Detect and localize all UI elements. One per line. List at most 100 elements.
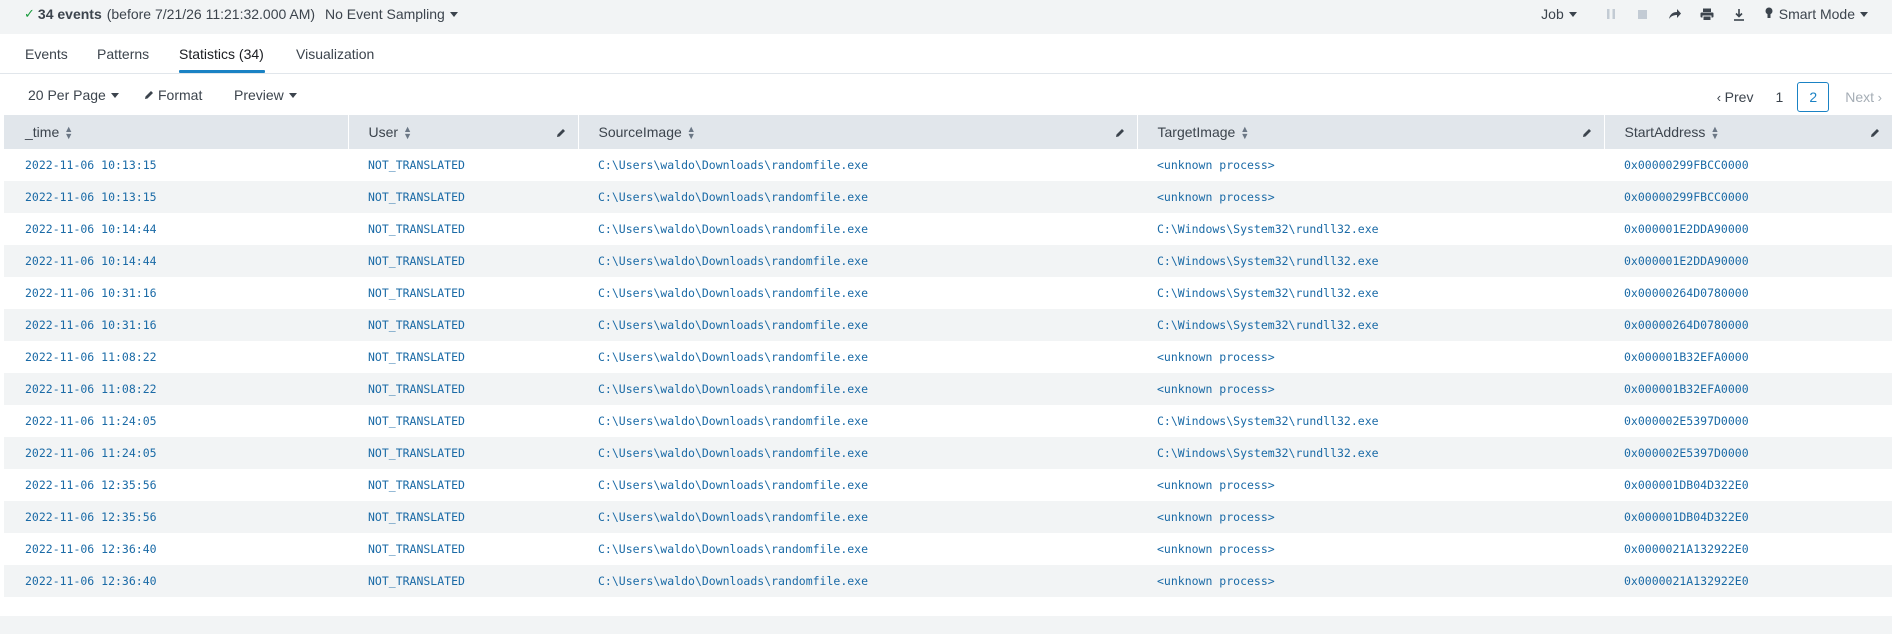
cell-time[interactable]: 2022-11-06 10:14:44 — [4, 245, 348, 277]
cell-sourceimage[interactable]: C:\Users\waldo\Downloads\randomfile.exe — [578, 277, 1137, 309]
cell-time[interactable]: 2022-11-06 10:31:16 — [4, 277, 348, 309]
cell-targetimage[interactable]: <unknown process> — [1137, 501, 1604, 533]
sort-icon[interactable]: ▲ ▼ — [403, 125, 412, 141]
cell-targetimage[interactable]: C:\Windows\System32\rundll32.exe — [1137, 277, 1604, 309]
page-2-button[interactable]: 2 — [1797, 82, 1830, 112]
cell-startaddress[interactable]: 0x0000021A132922E0 — [1604, 565, 1892, 597]
cell-targetimage[interactable]: C:\Windows\System32\rundll32.exe — [1137, 309, 1604, 341]
cell-startaddress[interactable]: 0x000001E2DDA90000 — [1604, 213, 1892, 245]
cell-sourceimage[interactable]: C:\Users\waldo\Downloads\randomfile.exe — [578, 565, 1137, 597]
cell-sourceimage[interactable]: C:\Users\waldo\Downloads\randomfile.exe — [578, 405, 1137, 437]
cell-startaddress[interactable]: 0x0000021A132922E0 — [1604, 533, 1892, 565]
cell-time[interactable]: 2022-11-06 10:13:15 — [4, 181, 348, 213]
cell-sourceimage[interactable]: C:\Users\waldo\Downloads\randomfile.exe — [578, 437, 1137, 469]
cell-sourceimage[interactable]: C:\Users\waldo\Downloads\randomfile.exe — [578, 469, 1137, 501]
cell-startaddress[interactable]: 0x00000264D0780000 — [1604, 309, 1892, 341]
cell-time[interactable]: 2022-11-06 10:14:44 — [4, 213, 348, 245]
cell-sourceimage[interactable]: C:\Users\waldo\Downloads\randomfile.exe — [578, 309, 1137, 341]
cell-targetimage[interactable]: C:\Windows\System32\rundll32.exe — [1137, 245, 1604, 277]
cell-sourceimage[interactable]: C:\Users\waldo\Downloads\randomfile.exe — [578, 373, 1137, 405]
job-menu-button[interactable]: Job — [1541, 6, 1577, 22]
cell-time[interactable]: 2022-11-06 12:35:56 — [4, 501, 348, 533]
cell-startaddress[interactable]: 0x000001DB04D322E0 — [1604, 501, 1892, 533]
page-1-button[interactable]: 1 — [1775, 89, 1783, 105]
column-header-time[interactable]: _time ▲ ▼ — [4, 115, 349, 149]
cell-time[interactable]: 2022-11-06 10:13:15 — [4, 149, 348, 181]
tab-events[interactable]: Events — [25, 46, 68, 62]
pause-icon[interactable] — [1603, 6, 1619, 22]
cell-startaddress[interactable]: 0x000001DB04D322E0 — [1604, 469, 1892, 501]
cell-targetimage[interactable]: <unknown process> — [1137, 341, 1604, 373]
cell-user[interactable]: NOT_TRANSLATED — [348, 309, 578, 341]
cell-time[interactable]: 2022-11-06 12:36:40 — [4, 533, 348, 565]
pencil-icon[interactable] — [1582, 125, 1592, 141]
sort-icon[interactable]: ▲ ▼ — [64, 125, 73, 141]
cell-time[interactable]: 2022-11-06 11:24:05 — [4, 437, 348, 469]
cell-sourceimage[interactable]: C:\Users\waldo\Downloads\randomfile.exe — [578, 213, 1137, 245]
cell-startaddress[interactable]: 0x00000264D0780000 — [1604, 277, 1892, 309]
cell-time[interactable]: 2022-11-06 11:24:05 — [4, 405, 348, 437]
cell-sourceimage[interactable]: C:\Users\waldo\Downloads\randomfile.exe — [578, 501, 1137, 533]
cell-user[interactable]: NOT_TRANSLATED — [348, 149, 578, 181]
cell-startaddress[interactable]: 0x000001E2DDA90000 — [1604, 245, 1892, 277]
cell-user[interactable]: NOT_TRANSLATED — [348, 437, 578, 469]
cell-targetimage[interactable]: <unknown process> — [1137, 533, 1604, 565]
cell-targetimage[interactable]: C:\Windows\System32\rundll32.exe — [1137, 405, 1604, 437]
cell-user[interactable]: NOT_TRANSLATED — [348, 405, 578, 437]
cell-sourceimage[interactable]: C:\Users\waldo\Downloads\randomfile.exe — [578, 149, 1137, 181]
sort-icon[interactable]: ▲ ▼ — [687, 125, 696, 141]
cell-sourceimage[interactable]: C:\Users\waldo\Downloads\randomfile.exe — [578, 533, 1137, 565]
cell-targetimage[interactable]: <unknown process> — [1137, 373, 1604, 405]
cell-startaddress[interactable]: 0x000001B32EFA0000 — [1604, 341, 1892, 373]
cell-targetimage[interactable]: <unknown process> — [1137, 469, 1604, 501]
pencil-icon[interactable] — [1870, 125, 1880, 141]
cell-startaddress[interactable]: 0x00000299FBCC0000 — [1604, 181, 1892, 213]
event-sampling-dropdown[interactable]: No Event Sampling — [325, 6, 458, 22]
cell-targetimage[interactable]: C:\Windows\System32\rundll32.exe — [1137, 213, 1604, 245]
column-header-sourceimage[interactable]: SourceImage ▲ ▼ — [578, 115, 1138, 149]
sort-icon[interactable]: ▲ ▼ — [1710, 125, 1719, 141]
pencil-icon[interactable] — [1115, 125, 1125, 141]
cell-sourceimage[interactable]: C:\Users\waldo\Downloads\randomfile.exe — [578, 341, 1137, 373]
share-icon[interactable] — [1667, 6, 1683, 22]
tab-statistics[interactable]: Statistics (34) — [179, 46, 264, 62]
cell-user[interactable]: NOT_TRANSLATED — [348, 213, 578, 245]
cell-user[interactable]: NOT_TRANSLATED — [348, 469, 578, 501]
cell-targetimage[interactable]: C:\Windows\System32\rundll32.exe — [1137, 437, 1604, 469]
next-page-button[interactable]: Next › — [1845, 89, 1882, 105]
cell-startaddress[interactable]: 0x000002E5397D0000 — [1604, 437, 1892, 469]
cell-user[interactable]: NOT_TRANSLATED — [348, 245, 578, 277]
cell-time[interactable]: 2022-11-06 11:08:22 — [4, 373, 348, 405]
cell-user[interactable]: NOT_TRANSLATED — [348, 181, 578, 213]
preview-dropdown[interactable]: Preview — [234, 87, 297, 103]
tab-patterns[interactable]: Patterns — [97, 46, 149, 62]
column-header-targetimage[interactable]: TargetImage ▲ ▼ — [1137, 115, 1605, 149]
cell-time[interactable]: 2022-11-06 12:35:56 — [4, 469, 348, 501]
download-icon[interactable] — [1731, 6, 1747, 22]
cell-startaddress[interactable]: 0x000002E5397D0000 — [1604, 405, 1892, 437]
print-icon[interactable] — [1699, 6, 1715, 22]
column-header-user[interactable]: User ▲ ▼ — [348, 115, 579, 149]
cell-user[interactable]: NOT_TRANSLATED — [348, 277, 578, 309]
cell-time[interactable]: 2022-11-06 11:08:22 — [4, 341, 348, 373]
cell-user[interactable]: NOT_TRANSLATED — [348, 341, 578, 373]
cell-user[interactable]: NOT_TRANSLATED — [348, 501, 578, 533]
per-page-dropdown[interactable]: 20 Per Page — [28, 87, 119, 103]
cell-time[interactable]: 2022-11-06 12:36:40 — [4, 565, 348, 597]
sort-icon[interactable]: ▲ ▼ — [1240, 125, 1249, 141]
cell-startaddress[interactable]: 0x000001B32EFA0000 — [1604, 373, 1892, 405]
tab-visualization[interactable]: Visualization — [296, 46, 374, 62]
format-button[interactable]: Format — [144, 87, 202, 103]
search-mode-dropdown[interactable]: Smart Mode — [1765, 6, 1868, 22]
cell-time[interactable]: 2022-11-06 10:31:16 — [4, 309, 348, 341]
cell-sourceimage[interactable]: C:\Users\waldo\Downloads\randomfile.exe — [578, 245, 1137, 277]
pencil-icon[interactable] — [556, 125, 566, 141]
cell-user[interactable]: NOT_TRANSLATED — [348, 373, 578, 405]
cell-targetimage[interactable]: <unknown process> — [1137, 181, 1604, 213]
cell-user[interactable]: NOT_TRANSLATED — [348, 533, 578, 565]
cell-startaddress[interactable]: 0x00000299FBCC0000 — [1604, 149, 1892, 181]
cell-sourceimage[interactable]: C:\Users\waldo\Downloads\randomfile.exe — [578, 181, 1137, 213]
cell-targetimage[interactable]: <unknown process> — [1137, 565, 1604, 597]
prev-page-button[interactable]: ‹ Prev — [1717, 89, 1754, 105]
cell-user[interactable]: NOT_TRANSLATED — [348, 565, 578, 597]
